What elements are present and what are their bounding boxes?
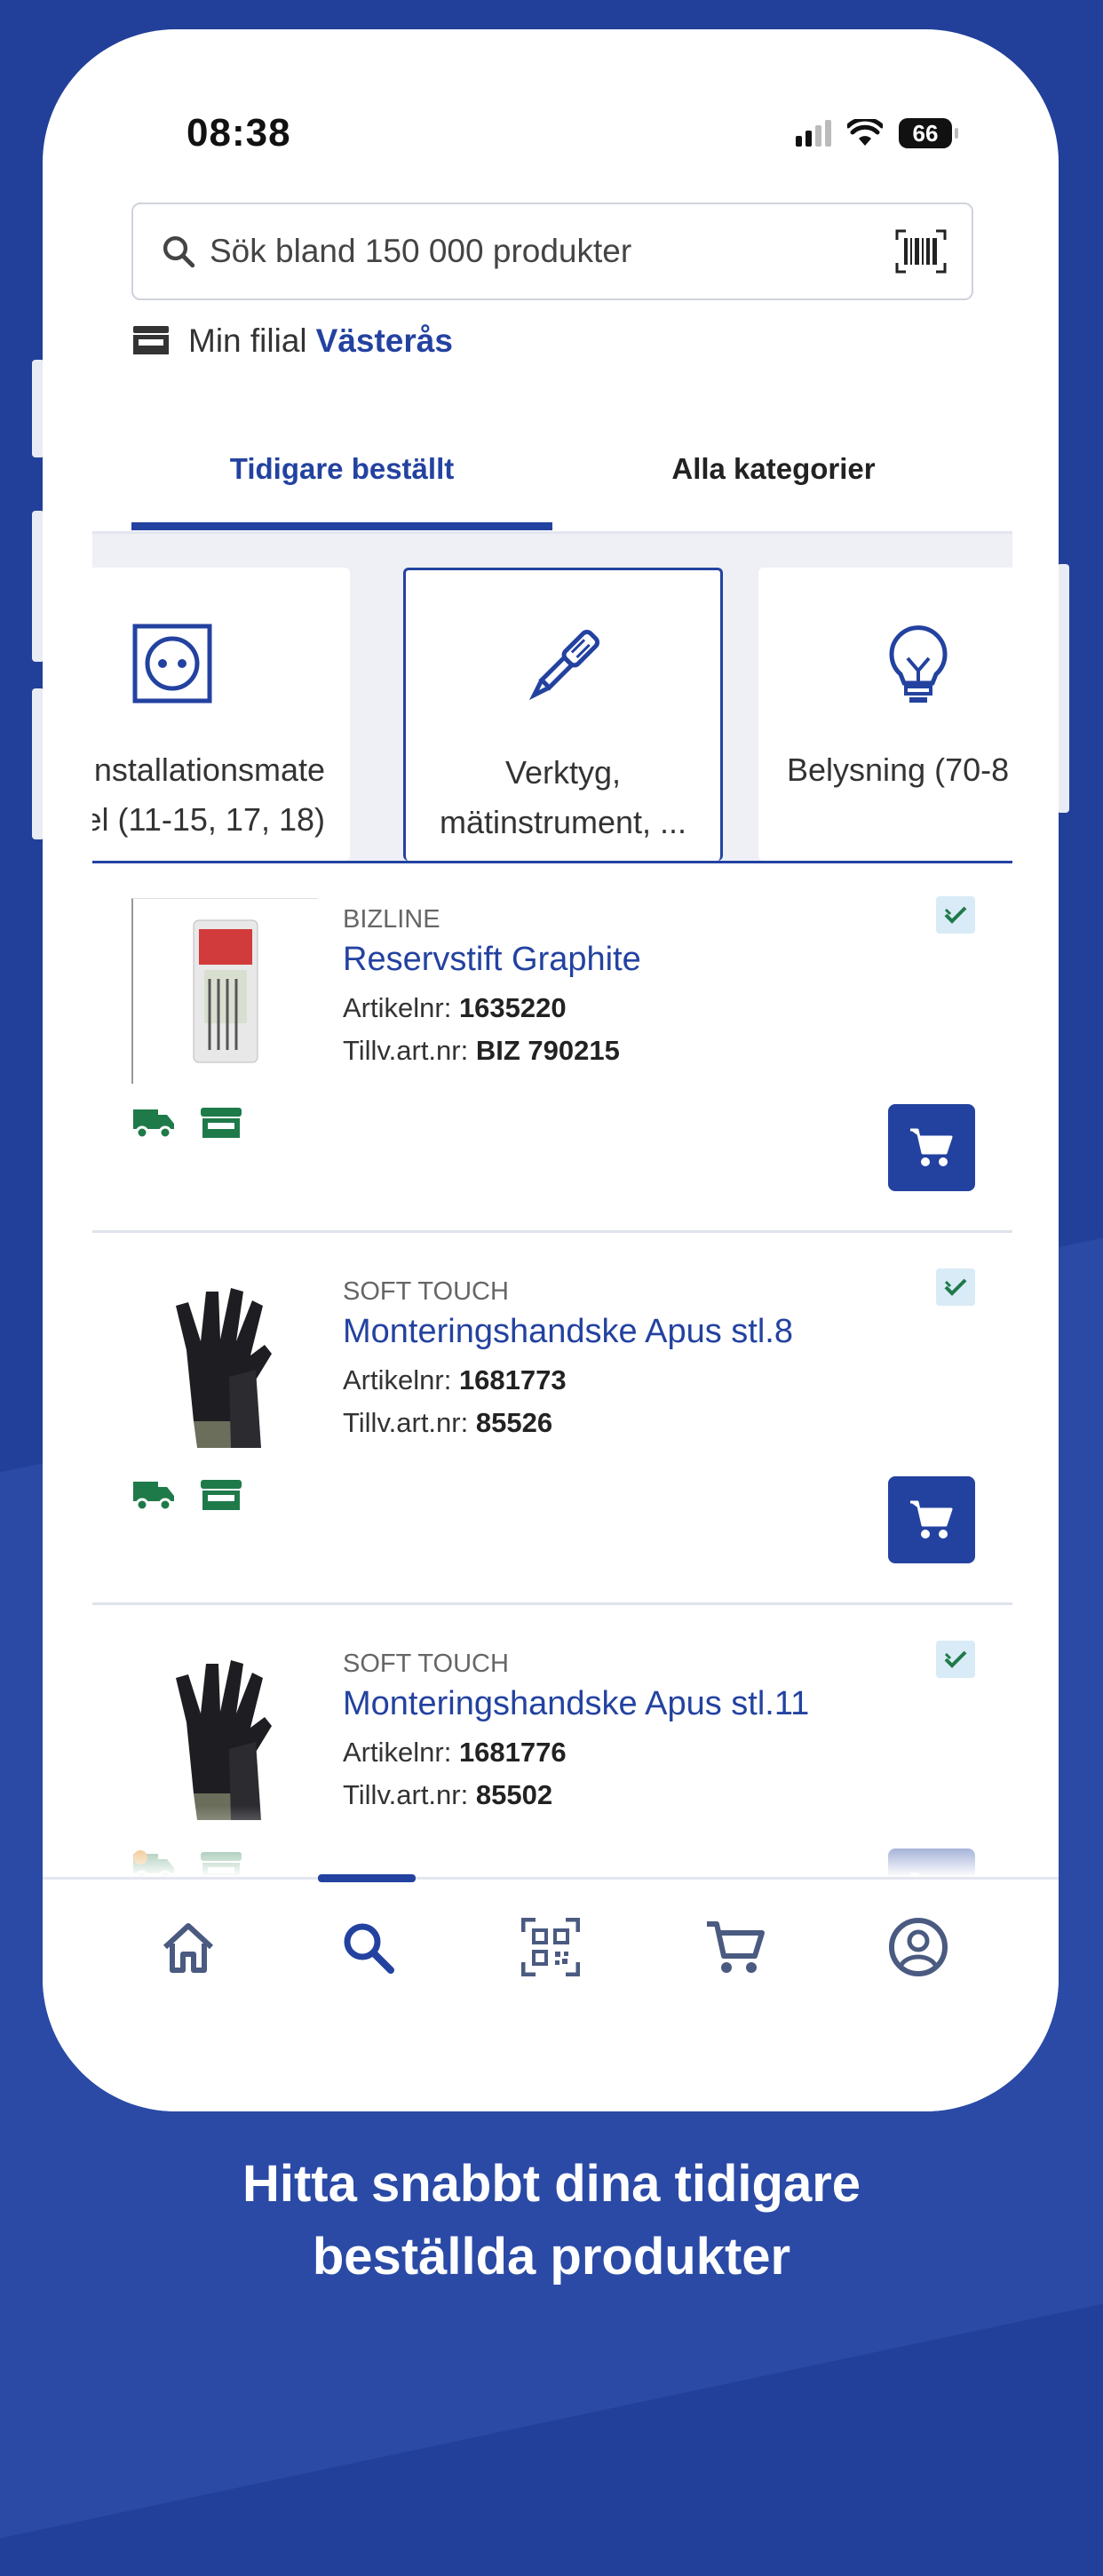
list-fade (92, 1806, 1012, 1877)
account-icon (889, 1918, 948, 1976)
store-icon (133, 326, 169, 354)
status-icons: 66 (796, 118, 958, 148)
search-bar[interactable] (131, 203, 973, 300)
previously-ordered-check-icon (936, 896, 975, 934)
article-number: Artikelnr: 1681773 (343, 1364, 567, 1396)
store-stock-icon (201, 1480, 242, 1510)
category-label: nstallationsmate el (11-15, 17, 18) (92, 751, 325, 838)
bottom-navigation (43, 1874, 1059, 2111)
add-to-cart-button[interactable] (888, 1476, 975, 1563)
nav-account[interactable] (883, 1912, 954, 1983)
marketing-caption: Hitta snabbt dina tidigare beställda pro… (242, 2155, 861, 2286)
nav-qr-scan[interactable] (515, 1912, 586, 1983)
product-name-link[interactable]: Monteringshandske Apus stl.11 (343, 1685, 809, 1723)
tab-bar: Tidigare beställt Alla kategorier (92, 411, 1012, 534)
article-number-value: 1681773 (458, 1364, 567, 1395)
product-brand: SOFT TOUCH (343, 1277, 509, 1306)
product-brand: BIZLINE (343, 905, 440, 934)
lightbulb-icon (889, 625, 948, 703)
article-number-label: Artikelnr: (343, 992, 452, 1023)
category-label: Verktyg, mätinstrument, ... (439, 754, 687, 840)
socket-icon (132, 624, 212, 704)
manufacturer-article-number-label: Tillv.art.nr: (343, 1035, 469, 1066)
add-to-cart-button[interactable] (888, 1104, 975, 1191)
category-card-installation[interactable]: nstallationsmate el (11-15, 17, 18) (92, 568, 350, 861)
search-icon (163, 235, 195, 268)
tab-all-categories[interactable]: Alla kategorier (563, 411, 984, 527)
category-card-tools[interactable]: Verktyg, mätinstrument, ... (403, 568, 723, 861)
product-name-link[interactable]: Reservstift Graphite (343, 941, 641, 979)
nav-cart[interactable] (700, 1912, 771, 1983)
nav-home[interactable] (153, 1912, 224, 1983)
nav-search[interactable] (332, 1912, 403, 1983)
manufacturer-article-number-label: Tillv.art.nr: (343, 1407, 469, 1438)
manufacturer-article-number: Tillv.art.nr: 85526 (343, 1407, 552, 1439)
availability-icons (131, 1478, 243, 1512)
battery-icon: 66 (899, 118, 958, 148)
search-icon (344, 1923, 394, 1974)
delivery-truck-icon (133, 1482, 174, 1512)
product-image-glove[interactable] (131, 1642, 316, 1827)
cart-icon (910, 1500, 953, 1538)
article-number-value: 1635220 (458, 992, 567, 1023)
article-number: Artikelnr: 1635220 (343, 992, 567, 1024)
previously-ordered-check-icon (936, 1268, 975, 1306)
previously-ordered-check-icon (936, 1641, 975, 1678)
product-brand: SOFT TOUCH (343, 1650, 509, 1678)
barcode-scan-icon[interactable] (895, 229, 947, 274)
status-time: 08:38 (186, 111, 291, 155)
branch-selector[interactable]: Min filial Västerås (131, 322, 453, 360)
manufacturer-article-number-value: 85526 (475, 1407, 553, 1438)
category-card-lighting[interactable]: Belysning (70-8 (758, 568, 1012, 861)
article-number-label: Artikelnr: (343, 1364, 452, 1395)
branch-name-link[interactable]: Västerås (316, 322, 453, 360)
active-tab-indicator (318, 1874, 416, 1882)
signal-icon (796, 120, 831, 147)
product-item[interactable]: SOFT TOUCH Monteringshandske Apus stl.8 … (92, 1233, 1012, 1605)
cart-icon (707, 1921, 765, 1973)
store-stock-icon (201, 1108, 242, 1138)
delivery-truck-icon (133, 1109, 174, 1140)
category-label: Belysning (70-8 (787, 751, 1010, 788)
manufacturer-article-number-value: BIZ 790215 (475, 1035, 620, 1066)
availability-icons (131, 1106, 243, 1140)
screwdriver-icon (528, 629, 600, 701)
manufacturer-article-number: Tillv.art.nr: BIZ 790215 (343, 1035, 620, 1067)
status-bar: 08:38 66 (43, 29, 1059, 155)
cart-icon (910, 1128, 953, 1166)
category-carousel[interactable]: nstallationsmate el (11-15, 17, 18) Verk… (92, 534, 1012, 863)
branch-label: Min filial (188, 322, 307, 359)
product-image-pencil-leads[interactable] (131, 898, 318, 1084)
product-image-glove[interactable] (131, 1270, 316, 1455)
tab-previously-ordered[interactable]: Tidigare beställt (131, 411, 552, 530)
article-number-value: 1681776 (458, 1737, 567, 1768)
article-number: Artikelnr: 1681776 (343, 1737, 567, 1769)
qr-code-icon (521, 1918, 580, 1976)
side-button (1057, 564, 1069, 813)
phone-screen: 08:38 66 Sök bland 150 000 produkter Min… (43, 29, 1059, 2111)
product-name-link[interactable]: Monteringshandske Apus stl.8 (343, 1313, 793, 1351)
search-input[interactable] (208, 232, 895, 271)
article-number-label: Artikelnr: (343, 1737, 452, 1768)
home-icon (163, 1923, 214, 1973)
product-item[interactable]: BIZLINE Reservstift Graphite Artikelnr: … (92, 861, 1012, 1233)
wifi-icon (847, 119, 883, 146)
